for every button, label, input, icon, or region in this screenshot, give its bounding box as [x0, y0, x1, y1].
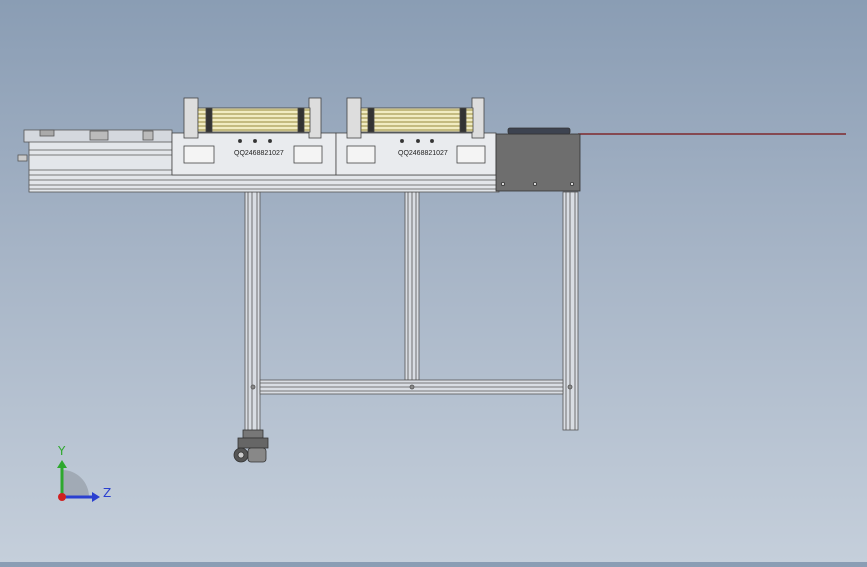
- left-module-label: QQ2468821027: [234, 150, 284, 157]
- z-axis-label: Z: [103, 486, 111, 500]
- model-drawing[interactable]: QQ2468821027 QQ2468821027 Y Z: [0, 0, 867, 562]
- left-gripper-module[interactable]: [171, 97, 337, 176]
- cad-graphics-viewport[interactable]: QQ2468821027 QQ2468821027 Y Z: [0, 0, 867, 562]
- orientation-triad[interactable]: [57, 460, 100, 502]
- right-module-label: QQ2468821027: [398, 150, 448, 157]
- caster-wheel[interactable]: [233, 429, 269, 463]
- support-frame[interactable]: [244, 191, 579, 433]
- right-gripper-module[interactable]: [335, 97, 497, 176]
- control-box[interactable]: [495, 127, 581, 192]
- y-axis-label: Y: [57, 444, 66, 458]
